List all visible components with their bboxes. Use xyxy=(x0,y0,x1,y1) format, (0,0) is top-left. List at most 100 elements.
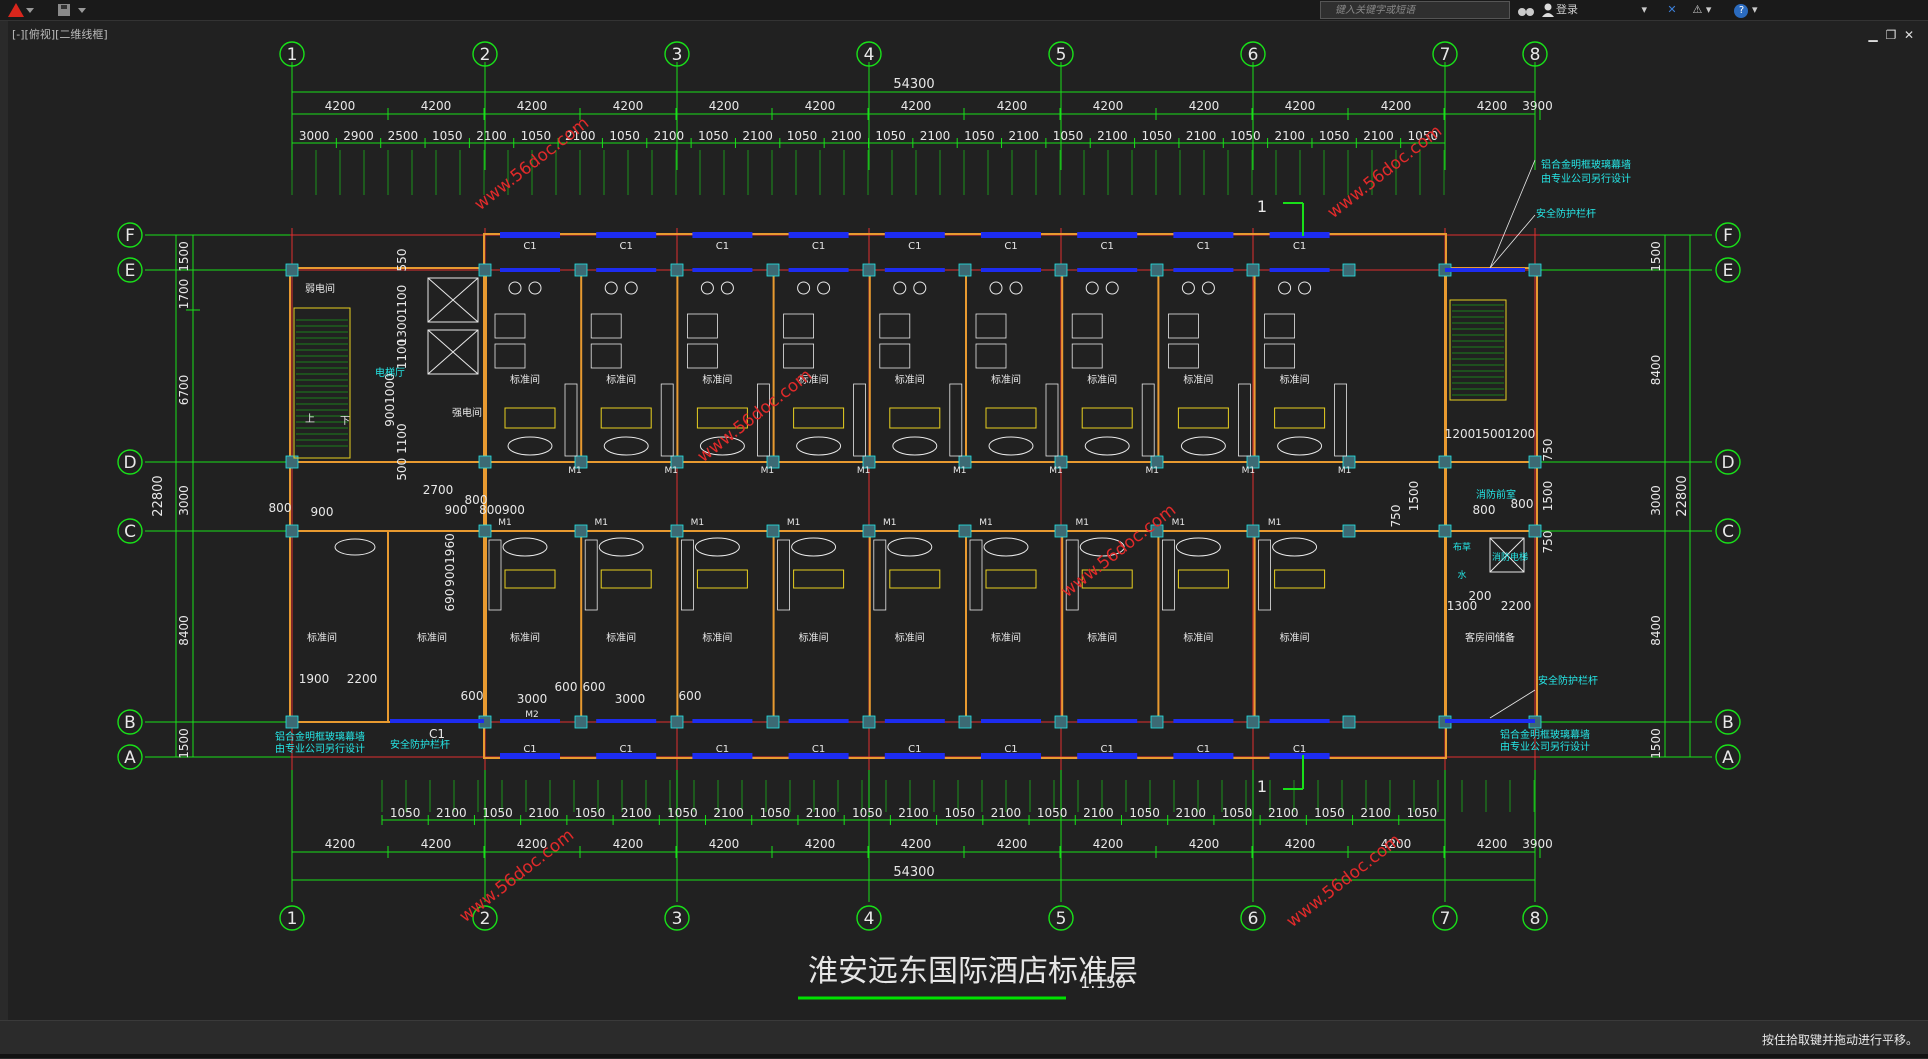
door-tag-north: M1 xyxy=(953,466,967,476)
top-sub-dim-value: 2500 xyxy=(388,129,419,143)
bed xyxy=(1264,313,1295,339)
status-message: 按住拾取键并拖动进行平移。 xyxy=(1761,1033,1918,1047)
bathtub xyxy=(694,537,740,557)
network-icon[interactable]: ⚠ ▾ xyxy=(1688,0,1716,20)
note-curtain-se: 铝合金明框玻璃幕墙 xyxy=(1500,728,1590,741)
misc-dim: 600 xyxy=(555,680,578,694)
right-dim-value: 1500 xyxy=(1649,241,1663,272)
bottom-spacing-value: 4200 xyxy=(613,837,644,851)
column xyxy=(670,715,684,729)
window-b xyxy=(692,719,753,723)
login-dropdown-icon[interactable]: ▾ xyxy=(1642,3,1648,16)
restore-icon[interactable]: ❐ xyxy=(1882,28,1900,42)
label-down: 下 xyxy=(340,416,350,427)
close-icon[interactable]: ✕ xyxy=(1900,28,1918,42)
axis-bubble-top-2-label: 2 xyxy=(480,45,491,65)
misc-dim: 800 xyxy=(269,501,292,515)
note-curtain2-ne: 由专业公司另行设计 xyxy=(1541,172,1631,185)
axis-bubble-left-D-label: D xyxy=(123,453,136,473)
window-b xyxy=(1173,719,1234,723)
bottom-spacing-value: 4200 xyxy=(1189,837,1220,851)
bottom-sub-dim-value: 2100 xyxy=(713,806,744,820)
bathtub xyxy=(334,538,376,556)
window-tag-f: C1 xyxy=(1293,241,1306,252)
window-b xyxy=(1077,719,1138,723)
wardrobe xyxy=(564,383,578,457)
right-height-dim: 22800 xyxy=(1675,475,1690,516)
note-curtain2-sw: 由专业公司另行设计 xyxy=(275,742,365,755)
armchair xyxy=(1278,281,1292,295)
bottom-sub-dim-value: 2100 xyxy=(436,806,467,820)
bathtub xyxy=(507,436,553,456)
window-e xyxy=(596,268,657,272)
login-button[interactable]: 登录 ▾ xyxy=(1556,0,1676,20)
label-weak-room: 弱电间 xyxy=(305,282,335,295)
room-label-suite: 客房间储备 xyxy=(1465,631,1515,644)
autocad-logo-icon[interactable] xyxy=(4,0,48,20)
column xyxy=(1246,715,1260,729)
window-f xyxy=(788,232,849,238)
bottom-sub-dim-value: 1050 xyxy=(760,806,791,820)
bottom-sub-dim-value: 1050 xyxy=(390,806,421,820)
top-sub-dim-value: 2100 xyxy=(1363,129,1394,143)
window-stair-right xyxy=(1445,268,1525,272)
window-f xyxy=(884,232,945,238)
left-edge-bar xyxy=(0,20,8,1024)
right-dim-value: 3000 xyxy=(1649,485,1663,516)
top-sub-dim-value: 1050 xyxy=(698,129,729,143)
left-height-dim: 22800 xyxy=(151,475,166,516)
misc-dim: 750 xyxy=(1541,531,1555,554)
column xyxy=(285,715,299,729)
column xyxy=(1150,263,1164,277)
armchair xyxy=(720,281,734,295)
window-f xyxy=(1173,232,1234,238)
window-f xyxy=(500,232,560,238)
bathtub xyxy=(796,436,842,456)
bathroom-vanity xyxy=(600,569,652,589)
bathtub xyxy=(1084,436,1130,456)
quick-access-save-icon[interactable] xyxy=(52,0,92,20)
axis-bubble-left-F-label: F xyxy=(125,226,135,246)
total-dim-top: 54300 xyxy=(893,77,934,92)
column xyxy=(1054,715,1068,729)
help-icon[interactable]: ? ▾ xyxy=(1728,0,1764,20)
top-sub-dim-value: 2100 xyxy=(831,129,862,143)
search-input[interactable]: 键入关键字或短语 xyxy=(1320,1,1510,19)
window-b xyxy=(1269,719,1330,723)
column xyxy=(670,263,684,277)
bed xyxy=(783,313,814,339)
room-label-north: 标准间 xyxy=(1087,373,1117,386)
bed xyxy=(687,343,718,369)
column xyxy=(766,524,780,538)
wardrobe xyxy=(1141,383,1155,457)
window-tag-a: C1 xyxy=(812,744,825,755)
door-tag-north: M1 xyxy=(1338,466,1352,476)
window-tag-f: C1 xyxy=(1197,241,1210,252)
bottom-sub-dim-value: 1050 xyxy=(667,806,698,820)
axis-bubble-top-5-label: 5 xyxy=(1056,45,1067,65)
misc-dim: 1500 xyxy=(1407,481,1421,512)
door-tag-south: M1 xyxy=(883,518,897,528)
bottom-sub-dim-value: 2100 xyxy=(1176,806,1207,820)
bed xyxy=(590,313,622,339)
top-spacing-value: 4200 xyxy=(325,99,356,113)
bottom-sub-dim-value: 2100 xyxy=(1083,806,1114,820)
bottom-spacing-value: 4200 xyxy=(1477,837,1508,851)
axis-bubble-top-6-label: 6 xyxy=(1248,45,1259,65)
cad-model-space[interactable]: 54300 54300 4200 4200 4200 4200 4200 4200 4200 42… xyxy=(10,22,1924,1022)
armchair xyxy=(1298,281,1312,295)
binoculars-icon[interactable] xyxy=(1516,0,1536,20)
minimize-icon[interactable]: ▁ xyxy=(1864,28,1882,42)
misc-dim: 600 xyxy=(461,689,484,703)
exchange-x-icon[interactable]: ✕ xyxy=(1664,0,1680,20)
bed xyxy=(975,313,1007,339)
bathroom-vanity xyxy=(793,569,845,589)
viewport-label[interactable]: [-][俯视][二维线框] xyxy=(12,26,108,42)
misc-dim: 3000 xyxy=(615,692,646,706)
section-mark-bottom: 1 xyxy=(1257,777,1267,796)
room-label-south: 标准间 xyxy=(1183,631,1213,644)
column xyxy=(670,524,684,538)
wardrobe xyxy=(777,539,790,611)
window-e xyxy=(1269,268,1330,272)
bottom-sub-dim-value: 2100 xyxy=(1268,806,1299,820)
